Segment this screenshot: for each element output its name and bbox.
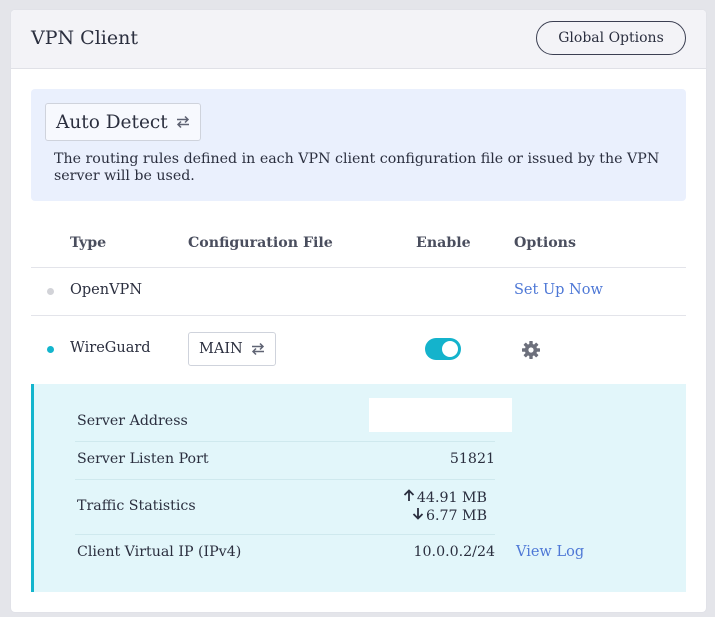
download-line: 6.77 MB: [403, 507, 487, 525]
column-configuration-file: Configuration File: [188, 235, 333, 251]
swap-arrows-icon: [251, 342, 265, 356]
upload-line: 44.91 MB: [403, 489, 487, 507]
swap-arrows-icon: [176, 115, 190, 129]
configuration-file-value: MAIN: [199, 341, 243, 357]
server-address-row: Server Address: [75, 398, 512, 442]
server-address-value: [369, 398, 512, 432]
column-type: Type: [70, 235, 107, 251]
listen-port-row: Server Listen Port 51821: [75, 442, 495, 480]
download-value: 6.77 MB: [425, 507, 487, 524]
set-up-now-link[interactable]: Set Up Now: [514, 282, 603, 298]
listen-port-label: Server Listen Port: [77, 451, 209, 467]
listen-port-value: 51821: [449, 451, 495, 467]
gear-icon[interactable]: [521, 340, 541, 364]
routing-mode-description: The routing rules defined in each VPN cl…: [54, 151, 660, 184]
configuration-file-select[interactable]: MAIN: [188, 332, 276, 366]
arrow-up-icon: [403, 489, 415, 507]
virtual-ip-row: Client Virtual IP (IPv4) 10.0.0.2/24: [75, 535, 495, 572]
upload-value: 44.91 MB: [416, 489, 487, 506]
panel-header: VPN Client Global Options: [11, 10, 706, 69]
column-enable: Enable: [416, 235, 471, 251]
server-address-label: Server Address: [77, 413, 188, 429]
virtual-ip-label: Client Virtual IP (IPv4): [77, 544, 242, 560]
vpn-type-label: OpenVPN: [70, 282, 143, 298]
traffic-statistics-row: Traffic Statistics 44.91 MB 6.77 MB: [75, 480, 495, 535]
routing-mode-section: Auto Detect The routing rules defined in…: [31, 89, 686, 201]
column-options: Options: [514, 235, 576, 251]
table-row-wireguard: WireGuard MAIN: [31, 316, 686, 383]
status-dot: [47, 288, 54, 295]
arrow-down-icon: [412, 507, 424, 525]
status-dot: [47, 346, 54, 353]
wireguard-details-panel: Server Address Server Listen Port 51821 …: [31, 384, 686, 592]
enable-toggle[interactable]: [425, 338, 461, 360]
table-row-openvpn: OpenVPN Set Up Now: [31, 268, 686, 316]
virtual-ip-value: 10.0.0.2/24: [413, 544, 496, 560]
view-log-link[interactable]: View Log: [516, 544, 584, 560]
toggle-knob: [442, 341, 458, 357]
vpn-client-panel: VPN Client Global Options Auto Detect Th…: [11, 10, 706, 612]
table-header: Type Configuration File Enable Options: [31, 227, 686, 268]
global-options-button[interactable]: Global Options: [536, 21, 686, 55]
page-title: VPN Client: [31, 27, 138, 49]
routing-mode-value: Auto Detect: [56, 111, 168, 133]
traffic-statistics-label: Traffic Statistics: [77, 498, 196, 514]
vpn-type-label: WireGuard: [70, 340, 151, 356]
routing-mode-select[interactable]: Auto Detect: [45, 103, 201, 141]
traffic-statistics-value: 44.91 MB 6.77 MB: [403, 489, 487, 525]
